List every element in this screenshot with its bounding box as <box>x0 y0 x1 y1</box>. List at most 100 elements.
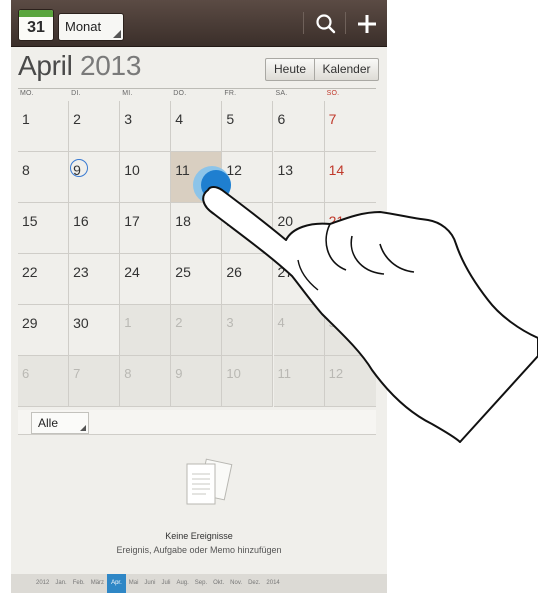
day-cell[interactable]: 1 <box>18 101 70 152</box>
today-ring <box>70 159 89 177</box>
day-cell[interactable]: 11 <box>273 356 325 407</box>
add-event-button[interactable] <box>352 9 382 39</box>
day-cell[interactable]: 2 <box>171 305 223 356</box>
month-strip-item[interactable]: Mai <box>126 574 142 593</box>
day-cell[interactable]: 6 <box>273 101 325 152</box>
day-cell[interactable]: 16 <box>69 203 121 254</box>
day-cell[interactable]: 9 <box>171 356 223 407</box>
day-number: 4 <box>277 315 285 330</box>
search-button[interactable] <box>311 9 341 39</box>
day-number: 9 <box>175 366 183 381</box>
month-strip-item[interactable]: Juni <box>141 574 158 593</box>
calendar-icon-header <box>19 10 53 17</box>
documents-icon <box>177 456 239 516</box>
day-cell[interactable]: 2 <box>69 101 121 152</box>
day-cell[interactable]: 28 <box>324 254 376 305</box>
calendars-button[interactable]: Kalender <box>315 59 378 80</box>
day-cell[interactable]: 24 <box>120 254 172 305</box>
day-number: 20 <box>277 213 294 229</box>
month-scroller[interactable]: 2012 Jan. Feb. März Apr. Mai Juni Juli Aug. Sep. O… <box>11 574 387 593</box>
month-strip-item[interactable]: 2014 <box>263 574 282 593</box>
month-strip-item[interactable]: Dez. <box>245 574 263 593</box>
day-cell[interactable]: 9 <box>69 152 121 203</box>
day-cell[interactable]: 12 <box>324 356 376 407</box>
day-cell[interactable]: 20 <box>273 203 325 254</box>
day-number: 21 <box>328 213 345 229</box>
month-grid: MO. DI. MI. DO. FR. SA. SO. 1 2 3 4 5 6 7 8 9 10 11 12 13 14… <box>18 88 376 409</box>
day-number: 16 <box>73 213 89 229</box>
day-number: 7 <box>73 366 81 381</box>
month-strip-item[interactable]: Sep. <box>192 574 210 593</box>
day-number: 17 <box>124 213 140 229</box>
day-cell[interactable]: 30 <box>69 305 121 356</box>
day-number: 6 <box>22 366 30 381</box>
day-number: 11 <box>175 162 190 178</box>
day-cell[interactable]: 8 <box>120 356 172 407</box>
touch-point <box>201 170 231 200</box>
weekday-header: MI. <box>122 90 133 97</box>
month-strip-item[interactable]: Nov. <box>227 574 245 593</box>
day-cell[interactable]: 13 <box>273 152 325 203</box>
day-cell[interactable]: 15 <box>18 203 70 254</box>
month-strip-item[interactable]: März <box>88 574 107 593</box>
day-cell[interactable]: 19 <box>222 203 274 254</box>
day-number: 14 <box>328 162 345 178</box>
day-cell[interactable]: 23 <box>69 254 121 305</box>
month-title: April 2013 <box>18 50 141 82</box>
day-number: 2 <box>175 315 183 330</box>
day-cell[interactable]: 14 <box>324 152 376 203</box>
day-cell[interactable]: 5 <box>324 305 376 356</box>
day-number: 7 <box>328 111 337 127</box>
day-cell[interactable]: 17 <box>120 203 172 254</box>
header-button-group: Heute Kalender <box>265 58 379 81</box>
today-button[interactable]: Heute <box>266 59 315 80</box>
day-number: 8 <box>22 162 30 178</box>
month-strip-item[interactable]: Jan. <box>52 574 69 593</box>
month-name: April <box>18 50 73 81</box>
month-strip-item[interactable]: 2012 <box>33 574 52 593</box>
search-icon <box>316 14 336 34</box>
action-bar: 31 Monat <box>11 0 387 46</box>
day-cell[interactable]: 4 <box>171 101 223 152</box>
day-cell[interactable]: 3 <box>120 101 172 152</box>
day-cell[interactable]: 26 <box>222 254 274 305</box>
day-cell[interactable]: 7 <box>69 356 121 407</box>
month-strip-item[interactable]: Apr. <box>107 574 126 593</box>
day-cell[interactable]: 1 <box>120 305 172 356</box>
weekday-header: MO. <box>20 90 34 97</box>
day-number: 5 <box>226 111 235 127</box>
day-cell[interactable]: 8 <box>18 152 70 203</box>
day-cell[interactable]: 27 <box>273 254 325 305</box>
dropdown-corner-icon <box>80 425 86 431</box>
month-strip-item[interactable]: Okt. <box>210 574 227 593</box>
day-cell[interactable]: 6 <box>18 356 70 407</box>
day-cell[interactable]: 21 <box>324 203 376 254</box>
day-cell[interactable]: 25 <box>171 254 223 305</box>
day-number: 29 <box>22 315 38 331</box>
day-number: 15 <box>22 213 38 229</box>
day-number: 10 <box>226 366 241 381</box>
month-strip-item[interactable]: Feb. <box>70 574 88 593</box>
day-cell[interactable]: 5 <box>222 101 274 152</box>
day-number: 11 <box>277 366 292 381</box>
day-cell[interactable]: 18 <box>171 203 223 254</box>
filter-select[interactable]: Alle <box>31 412 89 434</box>
month-strip-item[interactable]: Juli <box>158 574 173 593</box>
day-cell[interactable]: 29 <box>18 305 70 356</box>
day-number: 19 <box>226 213 242 229</box>
day-number: 1 <box>124 315 132 330</box>
day-cell[interactable]: 4 <box>273 305 325 356</box>
day-cell[interactable]: 22 <box>18 254 70 305</box>
day-cell[interactable]: 7 <box>324 101 376 152</box>
month-strip-item[interactable]: Aug. <box>173 574 191 593</box>
empty-state-subtitle[interactable]: Ereignis, Aufgabe oder Memo hinzufügen <box>11 545 387 555</box>
view-mode-select[interactable]: Monat <box>59 14 123 40</box>
calendar-app-icon[interactable]: 31 <box>19 10 53 40</box>
day-cell[interactable]: 12 <box>222 152 274 203</box>
day-cell[interactable]: 3 <box>222 305 274 356</box>
day-number: 1 <box>22 111 30 127</box>
day-cell[interactable]: 10 <box>120 152 172 203</box>
day-number: 23 <box>73 264 89 280</box>
day-number: 3 <box>226 315 234 330</box>
day-cell[interactable]: 10 <box>222 356 274 407</box>
